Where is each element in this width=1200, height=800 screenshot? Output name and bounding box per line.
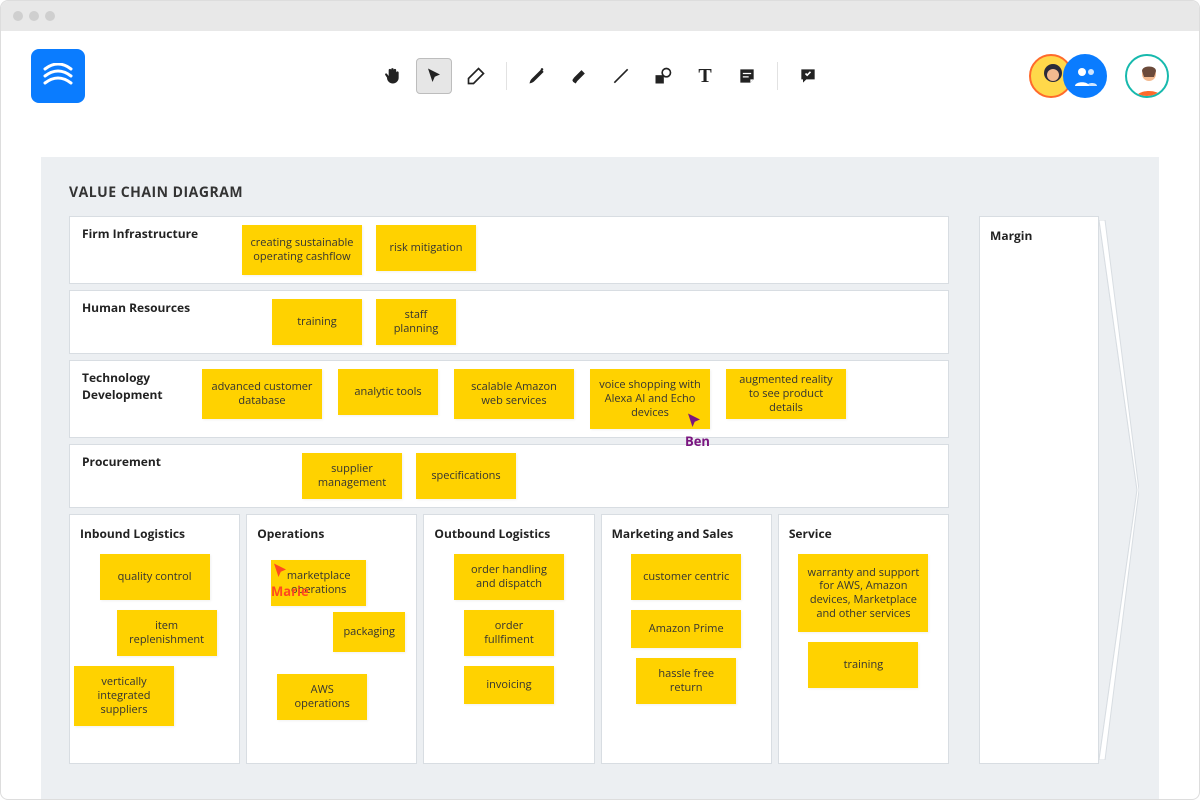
- col-label: Outbound Logistics: [434, 525, 583, 542]
- sticky-note[interactable]: item replenishment: [117, 610, 217, 656]
- cursor-tool-icon[interactable]: [416, 58, 452, 94]
- window-dot[interactable]: [29, 11, 39, 21]
- line-tool-icon[interactable]: [603, 58, 639, 94]
- col-label: Inbound Logistics: [80, 525, 229, 542]
- sticky-note[interactable]: order handling and dispatch: [454, 554, 564, 600]
- hand-tool-icon[interactable]: [374, 58, 410, 94]
- col-label: Marketing and Sales: [612, 525, 761, 542]
- sticky-tool-icon[interactable]: [729, 58, 765, 94]
- row-label: Human Resources: [82, 299, 232, 316]
- sticky-note[interactable]: creating sustainable operating cashflow: [242, 225, 362, 275]
- marker-tool-icon[interactable]: [561, 58, 597, 94]
- primary-col-service[interactable]: Service warranty and support for AWS, Am…: [778, 514, 949, 764]
- app-logo[interactable]: [31, 49, 85, 103]
- sticky-note[interactable]: training: [808, 642, 918, 688]
- primary-col-marketing[interactable]: Marketing and Sales customer centric Ama…: [601, 514, 772, 764]
- row-label: Firm Infrastructure: [82, 225, 232, 242]
- support-row-firm-infrastructure[interactable]: Firm Infrastructure creating sustainable…: [69, 216, 949, 284]
- sticky-note[interactable]: training: [272, 299, 362, 345]
- sticky-note[interactable]: hassle free return: [636, 658, 736, 704]
- pen-tool-icon[interactable]: [519, 58, 555, 94]
- toolbar-divider: [777, 62, 778, 90]
- primary-col-operations[interactable]: Operations marketplace operations packag…: [246, 514, 417, 764]
- margin-label: Margin: [990, 227, 1088, 244]
- support-row-procurement[interactable]: Procurement supplier management specific…: [69, 444, 949, 508]
- share-button[interactable]: [1063, 54, 1107, 98]
- sticky-note[interactable]: specifications: [416, 453, 516, 499]
- diagram-title: VALUE CHAIN DIAGRAM: [69, 183, 1131, 202]
- sticky-note[interactable]: scalable Amazon web services: [454, 369, 574, 419]
- sticky-note[interactable]: quality control: [100, 554, 210, 600]
- sticky-note[interactable]: risk mitigation: [376, 225, 476, 271]
- shape-tool-icon[interactable]: [645, 58, 681, 94]
- sticky-note[interactable]: analytic tools: [338, 369, 438, 415]
- toolbar: T: [374, 58, 826, 94]
- sticky-note[interactable]: vertically integrated suppliers: [74, 666, 174, 726]
- window-titlebar: [1, 1, 1199, 31]
- comment-tool-icon[interactable]: [790, 58, 826, 94]
- text-tool-icon[interactable]: T: [687, 58, 723, 94]
- support-row-technology[interactable]: Technology Development advanced customer…: [69, 360, 949, 438]
- topbar: T: [1, 31, 1199, 121]
- sticky-note[interactable]: supplier management: [302, 453, 402, 499]
- toolbar-divider: [506, 62, 507, 90]
- primary-activities-row: Inbound Logistics quality control item r…: [69, 514, 949, 764]
- sticky-note[interactable]: customer centric: [631, 554, 741, 600]
- sticky-note[interactable]: marketplace operations: [271, 560, 366, 606]
- margin-arrow-icon: [1099, 220, 1139, 760]
- diagram-body: Firm Infrastructure creating sustainable…: [69, 216, 1131, 764]
- sticky-note[interactable]: warranty and support for AWS, Amazon dev…: [798, 554, 928, 632]
- sticky-note[interactable]: Amazon Prime: [631, 610, 741, 648]
- canvas[interactable]: VALUE CHAIN DIAGRAM Firm Infrastructure …: [41, 157, 1159, 799]
- col-label: Service: [789, 525, 938, 542]
- presence-avatars: [1029, 54, 1169, 98]
- col-label: Operations: [257, 525, 406, 542]
- sticky-note[interactable]: invoicing: [464, 666, 554, 704]
- sticky-note[interactable]: order fullfiment: [464, 610, 554, 656]
- sticky-note[interactable]: AWS operations: [277, 674, 367, 720]
- canvas-viewport[interactable]: VALUE CHAIN DIAGRAM Firm Infrastructure …: [1, 121, 1199, 799]
- sticky-note[interactable]: staff planning: [376, 299, 456, 345]
- support-row-human-resources[interactable]: Human Resources training staff planning: [69, 290, 949, 354]
- app-window: T VALUE CHAIN DIAGRAM: [0, 0, 1200, 800]
- primary-col-outbound[interactable]: Outbound Logistics order handling and di…: [423, 514, 594, 764]
- sticky-note[interactable]: augmented reality to see product details: [726, 369, 846, 419]
- sticky-note[interactable]: packaging: [333, 612, 405, 652]
- user-avatar[interactable]: [1125, 54, 1169, 98]
- margin-panel[interactable]: Margin: [979, 216, 1099, 764]
- sticky-note[interactable]: advanced customer database: [202, 369, 322, 419]
- sticky-note[interactable]: voice shopping with Alexa AI and Echo de…: [590, 369, 710, 429]
- window-dot[interactable]: [13, 11, 23, 21]
- window-dot[interactable]: [45, 11, 55, 21]
- eraser-tool-icon[interactable]: [458, 58, 494, 94]
- row-label: Procurement: [82, 453, 232, 470]
- primary-col-inbound[interactable]: Inbound Logistics quality control item r…: [69, 514, 240, 764]
